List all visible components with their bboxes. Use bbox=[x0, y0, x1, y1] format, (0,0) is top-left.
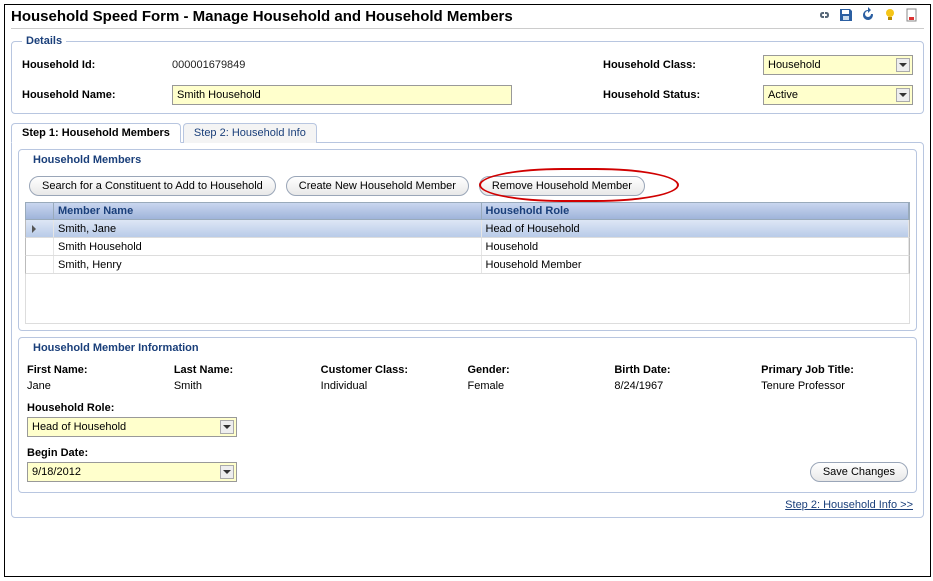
window: Household Speed Form - Manage Household … bbox=[4, 4, 931, 577]
household-status-label: Household Status: bbox=[603, 89, 763, 101]
link-icon[interactable] bbox=[816, 7, 832, 26]
customer-class-label: Customer Class: bbox=[321, 364, 468, 376]
primary-job-value: Tenure Professor bbox=[761, 380, 908, 392]
gender-label: Gender: bbox=[467, 364, 614, 376]
cell-household-role: Head of Household bbox=[482, 220, 910, 237]
first-name-label: First Name: bbox=[27, 364, 174, 376]
remove-member-button[interactable]: Remove Household Member bbox=[479, 176, 645, 196]
tab-step2[interactable]: Step 2: Household Info bbox=[183, 123, 317, 143]
member-info-legend: Household Member Information bbox=[29, 342, 203, 354]
search-constituent-button[interactable]: Search for a Constituent to Add to House… bbox=[29, 176, 276, 196]
refresh-icon[interactable] bbox=[860, 7, 876, 26]
row-caret-icon bbox=[26, 220, 54, 237]
save-icon[interactable] bbox=[838, 7, 854, 26]
save-changes-button[interactable]: Save Changes bbox=[810, 462, 908, 482]
household-class-label: Household Class: bbox=[603, 59, 763, 71]
primary-job-label: Primary Job Title: bbox=[761, 364, 908, 376]
cell-member-name: Smith, Jane bbox=[54, 220, 482, 237]
table-row[interactable]: Smith, Henry Household Member bbox=[25, 256, 910, 274]
grid-empty-area bbox=[25, 274, 910, 324]
birth-date-value: 8/24/1967 bbox=[614, 380, 761, 392]
cell-household-role: Household bbox=[482, 238, 910, 255]
gender-value: Female bbox=[467, 380, 614, 392]
last-name-value: Smith bbox=[174, 380, 321, 392]
first-name-value: Jane bbox=[27, 380, 174, 392]
household-status-select[interactable]: Active bbox=[763, 85, 913, 105]
household-role-select-value: Head of Household bbox=[32, 421, 126, 433]
cell-member-name: Smith, Henry bbox=[54, 256, 482, 273]
page-title: Household Speed Form - Manage Household … bbox=[11, 8, 513, 25]
member-buttons: Search for a Constituent to Add to House… bbox=[29, 176, 910, 196]
chevron-down-icon bbox=[896, 58, 910, 72]
household-role-select[interactable]: Head of Household bbox=[27, 417, 237, 437]
details-fieldset: Details Household Id: 000001679849 House… bbox=[11, 35, 924, 114]
household-name-input-value: Smith Household bbox=[177, 89, 261, 101]
birth-date-label: Birth Date: bbox=[614, 364, 761, 376]
cell-member-name: Smith Household bbox=[54, 238, 482, 255]
chevron-down-icon bbox=[220, 420, 234, 434]
doc-icon[interactable] bbox=[904, 7, 920, 26]
table-row[interactable]: Smith, Jane Head of Household bbox=[25, 220, 910, 238]
tab-step1[interactable]: Step 1: Household Members bbox=[11, 123, 181, 143]
members-legend: Household Members bbox=[29, 154, 145, 166]
household-id-value: 000001679849 bbox=[172, 59, 512, 71]
member-info-fieldset: Household Member Information First Name:… bbox=[18, 337, 917, 493]
household-name-input[interactable]: Smith Household bbox=[172, 85, 512, 105]
toolbar-icons bbox=[816, 7, 924, 26]
household-class-select[interactable]: Household bbox=[763, 55, 913, 75]
begin-date-label: Begin Date: bbox=[27, 447, 908, 459]
begin-date-input[interactable]: 9/18/2012 bbox=[27, 462, 237, 482]
row-handle bbox=[26, 238, 54, 255]
customer-class-value: Individual bbox=[321, 380, 468, 392]
tab-body: Household Members Search for a Constitue… bbox=[11, 142, 924, 518]
details-legend: Details bbox=[22, 35, 66, 47]
last-name-label: Last Name: bbox=[174, 364, 321, 376]
begin-date-input-value: 9/18/2012 bbox=[32, 466, 81, 478]
create-member-button[interactable]: Create New Household Member bbox=[286, 176, 469, 196]
cell-household-role: Household Member bbox=[482, 256, 910, 273]
household-status-select-value: Active bbox=[768, 89, 798, 101]
household-role-label: Household Role: bbox=[27, 402, 908, 414]
bulb-icon[interactable] bbox=[882, 7, 898, 26]
members-fieldset: Household Members Search for a Constitue… bbox=[18, 149, 917, 331]
tab-strip: Step 1: Household Members Step 2: Househ… bbox=[11, 122, 924, 142]
chevron-down-icon bbox=[220, 465, 234, 479]
title-bar: Household Speed Form - Manage Household … bbox=[11, 7, 924, 29]
chevron-down-icon bbox=[896, 88, 910, 102]
col-member-name[interactable]: Member Name bbox=[54, 203, 482, 219]
footer-next-link-row: Step 2: Household Info >> bbox=[18, 499, 913, 511]
row-handle bbox=[26, 256, 54, 273]
household-class-select-value: Household bbox=[768, 59, 821, 71]
members-grid-header: Member Name Household Role bbox=[25, 202, 910, 220]
table-row[interactable]: Smith Household Household bbox=[25, 238, 910, 256]
step2-link[interactable]: Step 2: Household Info >> bbox=[785, 499, 913, 511]
col-household-role[interactable]: Household Role bbox=[482, 203, 910, 219]
household-name-label: Household Name: bbox=[22, 89, 172, 101]
household-id-label: Household Id: bbox=[22, 59, 172, 71]
row-handle-header bbox=[26, 203, 54, 219]
